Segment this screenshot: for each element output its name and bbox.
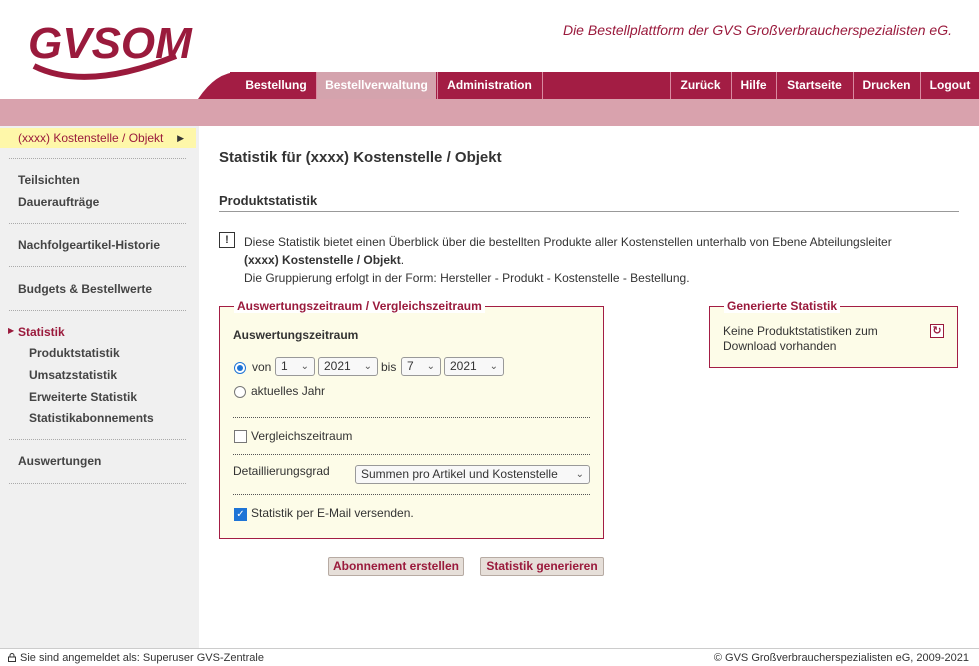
login-info: Sie sind angemeldet als: Superuser GVS-Z… [8,652,264,664]
form-divider [233,454,590,455]
lock-icon [8,653,16,662]
sidebar-subitem-statistikabonnements[interactable]: Statistikabonnements [29,411,154,425]
sidebar-divider [9,223,186,224]
nav-bestellverwaltung[interactable]: Bestellverwaltung [316,72,436,99]
tagline: Die Bestellplattform der GVS Großverbrau… [562,22,952,38]
sidebar: (xxxx) Kostenstelle / Objekt ▶ Teilsicht… [0,126,199,648]
chevron-down-icon: ⌄ [426,361,435,372]
main-content: Statistik für (xxxx) Kostenstelle / Obje… [199,126,979,648]
detail-select[interactable]: Summen pro Artikel und Kostenstelle ⌄ [355,465,590,484]
detail-label: Detaillierungsgrad [233,464,330,478]
period-fieldset: Auswertungszeitraum / Vergleichszeitraum… [219,299,604,539]
generated-text-line-2: Download vorhanden [723,339,837,353]
section-title: Produktstatistik [219,193,318,208]
nav-zurueck[interactable]: Zurück [670,72,730,99]
main-navigation: Bestellung Bestellverwaltung Administrat… [0,72,979,99]
copyright: © GVS Großverbraucherspezialisten eG, 20… [713,652,969,664]
info-line-1: Diese Statistik bietet einen Überblick ü… [244,235,892,249]
sidebar-divider [9,310,186,311]
chevron-down-icon: ⌄ [575,469,584,480]
email-checkbox[interactable]: ✓ [234,508,247,521]
to-year-value: 2021 [450,359,477,373]
info-line-2-end: . [400,253,405,267]
to-year-select[interactable]: 2021 ⌄ [444,357,504,376]
from-year-select[interactable]: 2021 ⌄ [318,357,378,376]
to-month-select[interactable]: 7 ⌄ [401,357,441,376]
triangle-right-icon: ▶ [8,326,15,335]
sidebar-divider [9,439,186,440]
from-year-value: 2021 [324,359,351,373]
form-divider [233,417,590,418]
nav-administration[interactable]: Administration [437,72,541,99]
info-text: Diese Statistik bietet einen Überblick ü… [244,233,964,287]
triangle-right-icon: ▶ [177,133,184,143]
page-title: Statistik für (xxxx) Kostenstelle / Obje… [219,149,502,166]
sidebar-item-budgets[interactable]: Budgets & Bestellwerte [18,282,152,296]
nav-drucken[interactable]: Drucken [853,72,919,99]
sidebar-item-nachfolgeartikel[interactable]: Nachfolgeartikel-Historie [18,238,160,252]
sidebar-item-teilsichten[interactable]: Teilsichten [18,173,80,187]
svg-text:GVSOM: GVSOM [28,19,193,68]
compare-checkbox[interactable] [234,430,247,443]
generated-legend: Generierte Statistik [724,299,841,313]
sidebar-subitem-produktstatistik[interactable]: Produktstatistik [29,346,120,360]
generated-stats-fieldset: Generierte Statistik Keine Produktstatis… [709,299,958,368]
sidebar-item-statistik[interactable]: Statistik [18,325,65,339]
generate-button[interactable]: Statistik generieren [480,557,604,576]
sidebar-subitem-umsatzstatistik[interactable]: Umsatzstatistik [29,368,117,382]
email-label: Statistik per E-Mail versenden. [251,506,414,520]
to-month-value: 7 [407,359,414,373]
chevron-down-icon: ⌄ [300,361,309,372]
sidebar-divider [9,266,186,267]
radio-from-to[interactable] [234,362,246,374]
compare-label: Vergleichszeitraum [251,429,353,443]
sub-navigation-band [0,99,979,126]
info-line-3: Die Gruppierung erfolgt in der Form: Her… [244,271,690,285]
period-heading: Auswertungszeitraum [233,328,359,342]
subscribe-button[interactable]: Abonnement erstellen [328,557,464,576]
nav-hilfe[interactable]: Hilfe [731,72,775,99]
sidebar-item-dauerauftraege[interactable]: Daueraufträge [18,195,99,209]
nav-startseite[interactable]: Startseite [776,72,852,99]
sidebar-subitem-erweiterte-statistik[interactable]: Erweiterte Statistik [29,390,137,404]
from-month-value: 1 [281,359,288,373]
current-year-label: aktuelles Jahr [251,384,326,398]
to-label: bis [381,360,397,374]
chevron-down-icon: ⌄ [489,361,498,372]
generated-text: Keine Produktstatistiken zum Download vo… [723,324,878,354]
footer: Sie sind angemeldet als: Superuser GVS-Z… [0,648,979,666]
period-legend: Auswertungszeitraum / Vergleichszeitraum [234,299,485,313]
section-divider [219,211,959,212]
sidebar-divider [9,483,186,484]
sidebar-item-auswertungen[interactable]: Auswertungen [18,454,101,468]
generated-text-line-1: Keine Produktstatistiken zum [723,324,878,338]
context-label: (xxxx) Kostenstelle / Objekt [18,131,164,145]
form-divider [233,494,590,495]
info-bold-context: (xxxx) Kostenstelle / Objekt [244,253,401,267]
info-exclamation-icon: ! [219,232,235,248]
from-month-select[interactable]: 1 ⌄ [275,357,315,376]
chevron-down-icon: ⌄ [363,361,372,372]
context-selector[interactable]: (xxxx) Kostenstelle / Objekt ▶ [0,128,196,148]
refresh-icon[interactable]: ↻ [930,324,944,338]
sidebar-divider [9,158,186,159]
detail-value: Summen pro Artikel und Kostenstelle [361,467,558,481]
nav-bestellung[interactable]: Bestellung [237,72,315,99]
nav-spacer [542,72,670,99]
radio-current-year[interactable] [234,386,246,398]
header: GVSOM Die Bestellplattform der GVS Großv… [0,0,979,126]
from-label: von [252,360,272,374]
login-text: Sie sind angemeldet als: Superuser GVS-Z… [20,652,264,664]
nav-logout[interactable]: Logout [920,72,979,99]
